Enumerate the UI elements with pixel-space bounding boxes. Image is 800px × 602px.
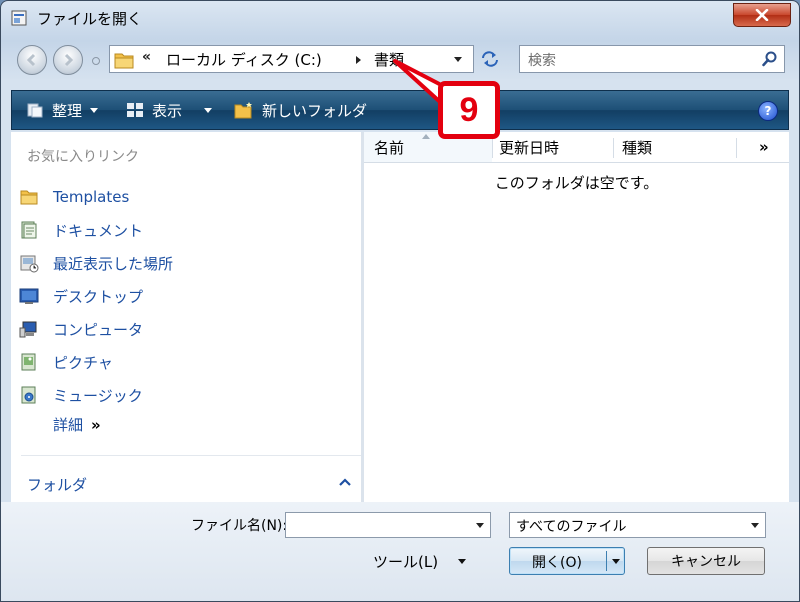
favorite-item-label: Templates bbox=[53, 188, 130, 206]
favorite-item-documents[interactable]: ドキュメント bbox=[19, 216, 349, 244]
documents-icon bbox=[21, 221, 37, 239]
window-title: ファイルを開く bbox=[37, 10, 143, 28]
favorite-item-templates[interactable]: Templates bbox=[19, 183, 349, 211]
computer-icon bbox=[19, 321, 37, 338]
views-menu[interactable]: 表示 bbox=[126, 91, 213, 129]
favorite-item-label: コンピュータ bbox=[53, 320, 144, 339]
column-header-type[interactable]: 種類 bbox=[614, 132, 736, 162]
organize-menu[interactable]: 整理 bbox=[26, 91, 99, 129]
favorite-item-label: ピクチャ bbox=[53, 353, 113, 372]
more-links-label: 詳細 bbox=[53, 416, 84, 434]
column-header-row: 名前 更新日時 種類 » bbox=[364, 132, 789, 163]
favorite-item-label: ミュージック bbox=[53, 386, 143, 405]
double-chevron-right-icon: » bbox=[91, 416, 101, 434]
folders-section-toggle[interactable]: フォルダ bbox=[27, 474, 87, 495]
recent-pages-dropdown-icon[interactable] bbox=[91, 56, 101, 66]
open-button[interactable]: 開く(O) bbox=[509, 547, 625, 575]
search-icon[interactable] bbox=[762, 51, 778, 67]
views-dropdown-icon bbox=[204, 107, 213, 113]
empty-folder-message: このフォルダは空です。 bbox=[494, 174, 659, 192]
views-icon bbox=[127, 103, 143, 117]
address-segment-local-disk[interactable]: ローカル ディスク (C:) bbox=[166, 49, 322, 70]
favorite-item-label: ドキュメント bbox=[53, 221, 144, 240]
more-links-button[interactable]: 詳細 » bbox=[53, 414, 101, 435]
file-list-pane: 名前 更新日時 種類 » このフォルダは空です。 bbox=[364, 132, 789, 502]
address-overflow-chevron[interactable]: « bbox=[142, 49, 151, 65]
open-file-dialog: ファイルを開く « ローカル ディスク (C:) 書類 検索 整理 表示 新しい… bbox=[0, 0, 800, 602]
search-box[interactable]: 検索 bbox=[519, 45, 785, 73]
organize-dropdown-icon bbox=[90, 107, 99, 113]
address-separator-arrow-icon[interactable] bbox=[356, 56, 361, 64]
dialog-footer: ファイル名(N): すべてのファイル ツール(L) 開く(O) キャンセル bbox=[1, 502, 799, 601]
pictures-icon bbox=[21, 353, 36, 371]
chevron-up-icon[interactable] bbox=[335, 472, 355, 492]
filetype-select[interactable]: すべてのファイル bbox=[509, 512, 766, 538]
open-label: 開く(O) bbox=[532, 555, 582, 571]
more-columns-button[interactable]: » bbox=[759, 132, 789, 162]
music-icon bbox=[21, 386, 36, 404]
new-folder-button[interactable]: 新しいフォルダ bbox=[234, 91, 367, 129]
filename-label: ファイル名(N): bbox=[191, 518, 288, 534]
favorite-item-music[interactable]: ミュージック bbox=[19, 381, 349, 409]
favorite-item-desktop[interactable]: デスクトップ bbox=[19, 282, 349, 310]
tools-label: ツール(L) bbox=[373, 552, 439, 571]
folders-divider bbox=[21, 455, 361, 456]
favorite-item-recent-places[interactable]: 最近表示した場所 bbox=[19, 249, 349, 277]
navigation-pane: お気に入りリンク Templates ドキュメント 最近表示した場所 デスクトッ… bbox=[11, 132, 361, 502]
column-separator[interactable] bbox=[736, 138, 737, 158]
filetype-value: すべてのファイル bbox=[516, 519, 627, 535]
open-split-divider bbox=[606, 551, 607, 571]
recent-places-icon bbox=[20, 255, 39, 273]
back-arrow-icon bbox=[26, 53, 36, 67]
title-bar: ファイルを開く bbox=[1, 1, 799, 37]
new-folder-label: 新しいフォルダ bbox=[262, 101, 368, 120]
filename-combobox[interactable] bbox=[285, 512, 491, 538]
step-number-callout: 9 bbox=[438, 81, 500, 139]
forward-button[interactable] bbox=[53, 45, 83, 75]
organize-icon bbox=[27, 103, 43, 118]
views-label: 表示 bbox=[152, 101, 183, 120]
refresh-icon bbox=[482, 51, 498, 67]
open-options-dropdown-icon[interactable] bbox=[612, 559, 620, 564]
folder-icon bbox=[114, 53, 134, 69]
desktop-icon bbox=[19, 288, 39, 304]
tools-dropdown-icon bbox=[458, 558, 467, 564]
chevron-down-icon[interactable] bbox=[751, 523, 759, 528]
favorite-links-header: お気に入りリンク bbox=[27, 149, 139, 165]
close-button[interactable] bbox=[733, 3, 791, 27]
dialog-app-icon bbox=[11, 10, 27, 26]
close-icon bbox=[755, 9, 769, 21]
address-history-dropdown-icon[interactable] bbox=[454, 57, 462, 62]
search-placeholder: 検索 bbox=[528, 53, 556, 69]
back-button[interactable] bbox=[17, 45, 47, 75]
favorite-item-pictures[interactable]: ピクチャ bbox=[19, 348, 349, 376]
favorite-item-computer[interactable]: コンピュータ bbox=[19, 315, 349, 343]
new-folder-icon bbox=[234, 102, 252, 119]
favorite-item-label: デスクトップ bbox=[53, 287, 144, 306]
cancel-button[interactable]: キャンセル bbox=[647, 547, 765, 575]
refresh-button[interactable] bbox=[477, 47, 503, 71]
folder-icon bbox=[20, 190, 38, 205]
favorite-item-label: 最近表示した場所 bbox=[53, 254, 174, 273]
column-header-modified[interactable]: 更新日時 bbox=[493, 132, 613, 162]
chevron-down-icon[interactable] bbox=[476, 523, 484, 528]
forward-arrow-icon bbox=[64, 53, 74, 67]
sort-ascending-icon bbox=[422, 134, 430, 139]
tools-menu-button[interactable]: ツール(L) bbox=[373, 548, 467, 574]
help-icon[interactable]: ? bbox=[758, 101, 778, 121]
organize-label: 整理 bbox=[52, 101, 83, 120]
